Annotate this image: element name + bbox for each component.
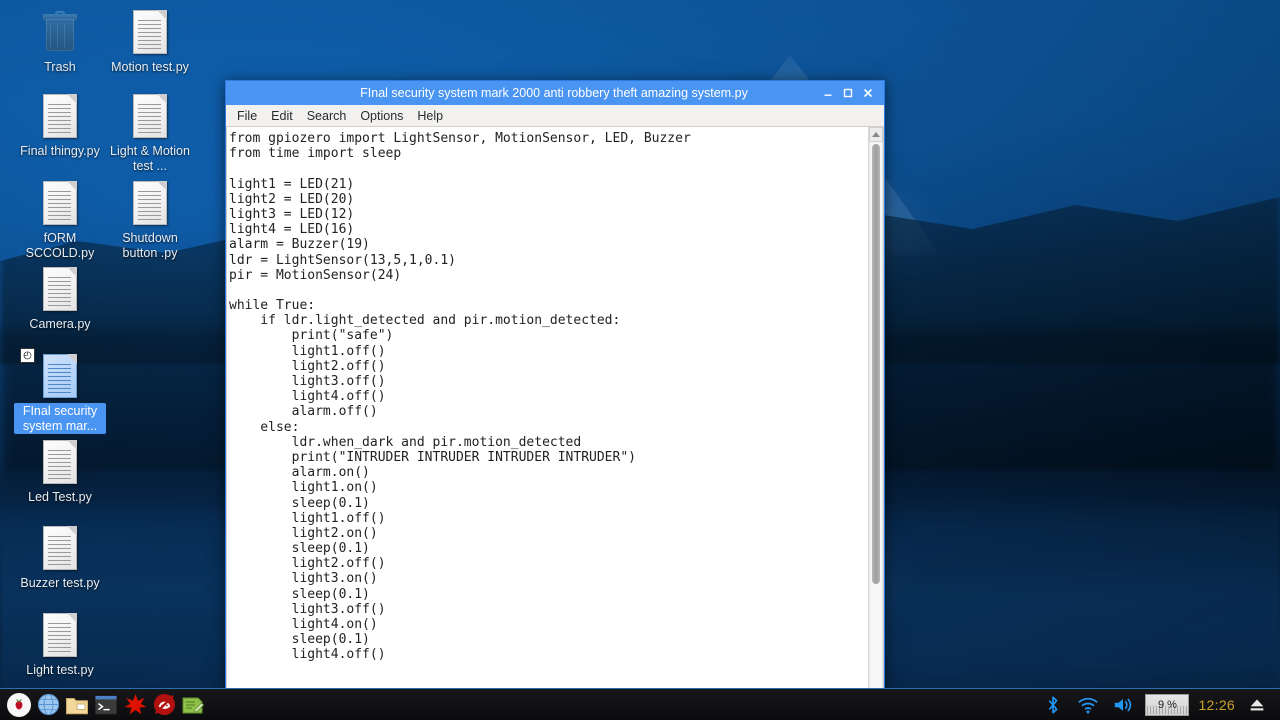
file-icon [36, 179, 84, 227]
wifi-icon[interactable] [1075, 692, 1101, 718]
menu-help[interactable]: Help [410, 107, 450, 125]
window-title: FInal security system mark 2000 anti rob… [226, 86, 818, 100]
desktop-icon[interactable]: ◴FInal security system mar... [14, 352, 106, 434]
file-icon [126, 8, 174, 56]
file-icon [36, 611, 84, 659]
desktop-icon-label: Camera.py [14, 316, 106, 333]
desktop-icon[interactable]: Light & Motion test ... [104, 92, 196, 174]
trash-icon [36, 8, 84, 56]
desktop-icon[interactable]: Trash [14, 8, 106, 76]
file-manager-icon[interactable] [64, 692, 90, 718]
close-button[interactable] [858, 83, 878, 103]
cpu-percent-label: 9 % [1158, 699, 1177, 711]
window-controls [818, 83, 884, 103]
minimize-button[interactable] [818, 83, 838, 103]
desktop-icon[interactable]: Camera.py [14, 265, 106, 333]
chevron-up-icon [872, 132, 880, 137]
source-code[interactable]: from gpiozero import LightSensor, Motion… [229, 131, 868, 663]
file-icon [126, 92, 174, 140]
menu-bar: File Edit Search Options Help [226, 105, 884, 127]
desktop-icon-label: Buzzer test.py [14, 575, 106, 592]
scrollbar-track[interactable] [869, 142, 883, 704]
cpu-monitor-widget[interactable]: 9 % [1145, 694, 1189, 716]
text-editor-icon[interactable] [180, 692, 206, 718]
web-browser-icon[interactable] [35, 692, 61, 718]
menu-search[interactable]: Search [300, 107, 354, 125]
desktop-icon[interactable]: Light test.py [14, 611, 106, 679]
file-icon: ◴ [36, 352, 84, 400]
desktop-icon[interactable]: fORM SCCOLD.py [14, 179, 106, 261]
desktop-icon-layer: TrashMotion test.pyFinal thingy.pyLight … [0, 0, 200, 690]
taskbar-tray: 9 % 12:26 [1040, 692, 1274, 718]
desktop-icon-label: Motion test.py [104, 59, 196, 76]
scroll-up-button[interactable] [869, 127, 883, 142]
vertical-scrollbar[interactable] [868, 127, 883, 719]
code-text-area[interactable]: from gpiozero import LightSensor, Motion… [227, 127, 868, 719]
maximize-button[interactable] [838, 83, 858, 103]
desktop-icon[interactable]: Shutdown button .py [104, 179, 196, 261]
editor-area: from gpiozero import LightSensor, Motion… [226, 127, 884, 720]
desktop-icon[interactable]: Buzzer test.py [14, 524, 106, 592]
desktop: TrashMotion test.pyFinal thingy.pyLight … [0, 0, 1280, 720]
desktop-icon-label: Final thingy.py [14, 143, 106, 160]
wolfram-icon[interactable] [151, 692, 177, 718]
desktop-icon-label: FInal security system mar... [14, 403, 106, 434]
desktop-icon-label: Trash [14, 59, 106, 76]
menu-edit[interactable]: Edit [264, 107, 300, 125]
taskbar-launchers [6, 692, 206, 718]
raspberry-pi-menu-icon[interactable] [6, 692, 32, 718]
file-icon [126, 179, 174, 227]
taskbar: 9 % 12:26 [0, 688, 1280, 720]
eject-icon[interactable] [1244, 692, 1270, 718]
desktop-icon-label: Shutdown button .py [104, 230, 196, 261]
menu-file[interactable]: File [230, 107, 264, 125]
idle-editor-window: FInal security system mark 2000 anti rob… [225, 80, 885, 720]
file-icon [36, 524, 84, 572]
desktop-icon-label: Led Test.py [14, 489, 106, 506]
desktop-icon[interactable]: Led Test.py [14, 438, 106, 506]
desktop-icon[interactable]: Motion test.py [104, 8, 196, 76]
desktop-icon-label: Light & Motion test ... [104, 143, 196, 174]
scrollbar-thumb[interactable] [872, 144, 880, 584]
menu-options[interactable]: Options [353, 107, 410, 125]
file-icon [36, 265, 84, 313]
clock[interactable]: 12:26 [1198, 697, 1235, 713]
desktop-icon-label: fORM SCCOLD.py [14, 230, 106, 261]
volume-icon[interactable] [1110, 692, 1136, 718]
file-icon [36, 438, 84, 486]
cursor-badge-icon: ◴ [20, 348, 35, 363]
mathematica-icon[interactable] [122, 692, 148, 718]
window-titlebar[interactable]: FInal security system mark 2000 anti rob… [226, 81, 884, 105]
desktop-icon[interactable]: Final thingy.py [14, 92, 106, 160]
bluetooth-icon[interactable] [1040, 692, 1066, 718]
file-icon [36, 92, 84, 140]
desktop-icon-label: Light test.py [14, 662, 106, 679]
terminal-icon[interactable] [93, 692, 119, 718]
